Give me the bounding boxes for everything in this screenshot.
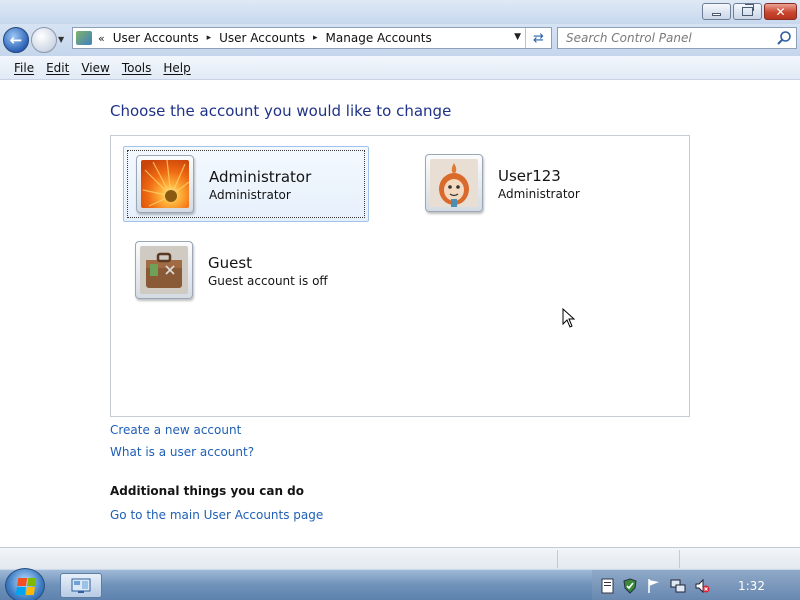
account-name: User123 — [498, 167, 561, 185]
breadcrumb: « User Accounts ▸ User Accounts ▸ Manage… — [98, 31, 432, 45]
minimize-button[interactable] — [702, 3, 731, 20]
search-input[interactable] — [558, 28, 772, 48]
action-center-flag-icon[interactable] — [646, 578, 662, 594]
address-bar[interactable]: « User Accounts ▸ User Accounts ▸ Manage… — [72, 27, 552, 49]
additional-things-heading: Additional things you can do — [110, 484, 305, 498]
menu-tools[interactable]: Tools — [117, 61, 157, 75]
volume-muted-icon[interactable] — [694, 578, 710, 594]
forward-button[interactable] — [31, 27, 57, 53]
account-type: Administrator — [498, 187, 580, 201]
menu-help[interactable]: Help — [158, 61, 195, 75]
clock[interactable]: 1:32 — [738, 579, 765, 593]
account-tile-user123[interactable]: User123 Administrator — [413, 146, 659, 222]
menu-edit[interactable]: Edit — [41, 61, 74, 75]
cartoon-character-picture — [430, 159, 478, 207]
account-type: Guest account is off — [208, 274, 328, 288]
account-type: Administrator — [209, 188, 291, 202]
search-box[interactable] — [557, 27, 797, 49]
network-icon[interactable] — [670, 578, 686, 594]
menu-file[interactable]: File — [9, 61, 39, 75]
windows-logo-icon — [15, 578, 37, 595]
breadcrumb-separator-icon[interactable]: ▸ — [207, 33, 212, 43]
breadcrumb-separator-icon[interactable]: ▸ — [313, 33, 318, 43]
refresh-button[interactable]: ⇄ — [525, 28, 551, 48]
minimize-icon — [712, 13, 721, 16]
title-bar: ✕ — [0, 0, 800, 24]
navigation-bar: ← ▼ « User Accounts ▸ User Accounts ▸ Ma… — [0, 24, 800, 56]
control-panel-icon — [71, 578, 91, 593]
menu-view[interactable]: View — [76, 61, 114, 75]
account-tile-guest[interactable]: Guest Guest account is off — [123, 233, 369, 309]
breadcrumb-item-user-accounts-2[interactable]: User Accounts — [219, 31, 305, 45]
address-dropdown-icon[interactable]: ▼ — [514, 32, 521, 42]
account-picture — [136, 155, 194, 213]
back-arrow-icon: ← — [9, 31, 23, 49]
control-panel-icon — [76, 31, 92, 45]
close-icon: ✕ — [775, 4, 786, 19]
account-picture — [135, 241, 193, 299]
accounts-list: Administrator Administrator User123 Admi… — [110, 135, 690, 417]
account-name: Guest — [208, 254, 253, 272]
start-button[interactable] — [5, 568, 45, 600]
account-tile-administrator[interactable]: Administrator Administrator — [123, 146, 369, 222]
breadcrumb-item-user-accounts[interactable]: User Accounts — [113, 31, 199, 45]
account-name: Administrator — [209, 168, 312, 186]
account-picture — [425, 154, 483, 212]
breadcrumb-overflow-button[interactable]: « — [98, 32, 105, 45]
taskbar: 1:32 — [0, 568, 800, 600]
breadcrumb-item-manage-accounts[interactable]: Manage Accounts — [326, 31, 432, 45]
page-title: Choose the account you would like to cha… — [110, 102, 452, 120]
close-button[interactable]: ✕ — [764, 3, 797, 20]
menu-bar: File Edit View Tools Help — [0, 56, 800, 80]
status-bar — [0, 547, 800, 569]
back-button[interactable]: ← — [3, 27, 29, 53]
notification-area — [592, 570, 800, 600]
mouse-pointer-icon — [562, 308, 576, 328]
briefcase-picture — [140, 246, 188, 294]
status-divider — [679, 550, 680, 568]
restore-icon — [742, 4, 754, 16]
security-shield-icon[interactable] — [622, 578, 638, 594]
document-icon[interactable] — [600, 578, 616, 594]
what-is-user-account-link[interactable]: What is a user account? — [110, 445, 254, 459]
recent-pages-dropdown[interactable]: ▼ — [58, 35, 64, 44]
taskbar-control-panel-button[interactable] — [60, 573, 102, 598]
main-user-accounts-page-link[interactable]: Go to the main User Accounts page — [110, 508, 323, 522]
maximize-button[interactable] — [733, 3, 762, 20]
create-new-account-link[interactable]: Create a new account — [110, 423, 241, 437]
search-icon[interactable] — [776, 30, 792, 46]
status-divider — [557, 550, 558, 568]
orange-flower-picture — [141, 160, 189, 208]
main-content: Choose the account you would like to cha… — [0, 80, 800, 547]
